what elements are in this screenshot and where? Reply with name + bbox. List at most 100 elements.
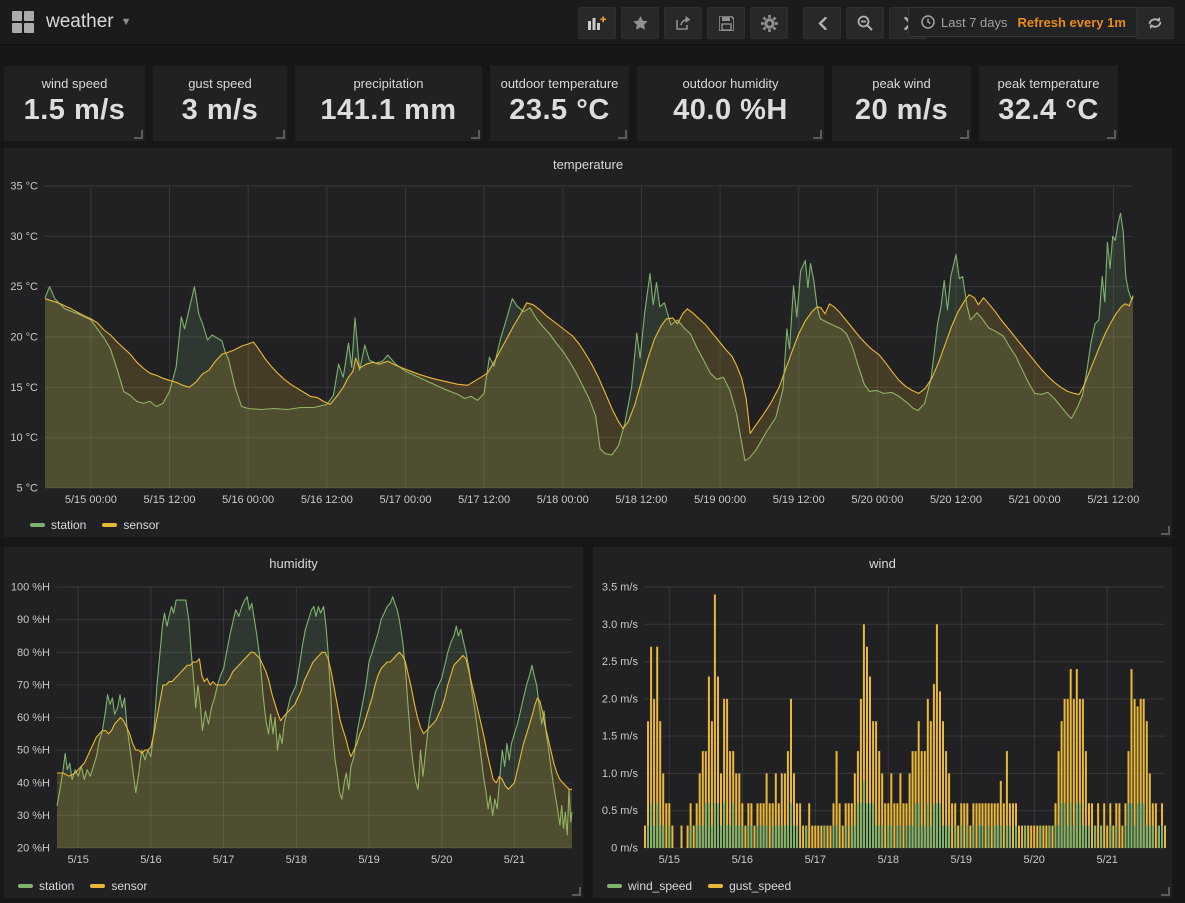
clock-icon [921,15,935,29]
save-button[interactable] [707,7,745,39]
legend-item-sensor[interactable]: sensor [90,879,147,893]
svg-text:80 %H: 80 %H [17,647,50,659]
svg-text:30 °C: 30 °C [10,231,38,243]
legend-item-sensor[interactable]: sensor [102,518,159,532]
stat-panel-peak-wind: peak wind 20 m/s [832,66,971,141]
wind-panel-title[interactable]: wind [593,547,1172,571]
series-label: wind_speed [628,879,692,893]
wind-panel: wind 0 m/s0.5 m/s1.0 m/s1.5 m/s2.0 m/s2.… [593,547,1172,898]
legend-item-station[interactable]: station [30,518,86,532]
svg-text:5/15 12:00: 5/15 12:00 [144,494,196,506]
grafana-apps-icon[interactable] [12,11,34,33]
stat-title[interactable]: outdoor temperature [490,66,629,91]
svg-text:5/18: 5/18 [878,854,899,866]
svg-text:70 %H: 70 %H [17,679,50,691]
series-swatch [18,884,33,888]
stat-value: 20 m/s [832,94,971,127]
svg-text:20 %H: 20 %H [17,843,50,855]
time-picker[interactable]: Last 7 days Refresh every 1m [908,7,1139,37]
navbar: weather ▼ [0,0,1185,45]
settings-button[interactable] [750,7,788,39]
svg-text:5/19: 5/19 [358,854,379,866]
chevron-down-icon: ▼ [121,16,132,28]
time-range-label: Last 7 days [941,15,1008,30]
legend-item-station[interactable]: station [18,879,74,893]
panel-resize-handle[interactable] [618,130,627,139]
panel-resize-handle[interactable] [134,130,143,139]
legend-item-wind-speed[interactable]: wind_speed [607,879,692,893]
wind-legend: wind_speed gust_speed [607,879,791,893]
series-swatch [90,884,105,888]
svg-text:60 %H: 60 %H [17,712,50,724]
stat-title[interactable]: precipitation [295,66,482,91]
panel-resize-handle[interactable] [276,130,285,139]
share-icon [675,16,691,31]
series-label: sensor [111,879,147,893]
svg-text:5/21 12:00: 5/21 12:00 [1087,494,1139,506]
svg-text:1.0 m/s: 1.0 m/s [602,768,639,780]
svg-text:90 %H: 90 %H [17,614,50,626]
stat-title[interactable]: gust speed [153,66,287,91]
series-swatch [30,523,45,527]
svg-text:5/20 00:00: 5/20 00:00 [851,494,903,506]
svg-text:5/16: 5/16 [732,854,753,866]
panel-resize-handle[interactable] [960,130,969,139]
gear-icon [761,15,778,32]
stat-title[interactable]: outdoor humidity [637,66,824,91]
svg-text:3.0 m/s: 3.0 m/s [602,619,639,631]
refresh-button[interactable] [1136,7,1174,39]
stat-panel-outdoor-temperature: outdoor temperature 23.5 °C [490,66,629,141]
svg-text:5/16 12:00: 5/16 12:00 [301,494,353,506]
time-back-button[interactable] [803,7,841,39]
panel-resize-handle[interactable] [813,130,822,139]
svg-text:0.5 m/s: 0.5 m/s [602,805,639,817]
stat-panel-wind-speed: wind speed 1.5 m/s [4,66,145,141]
temperature-panel-title[interactable]: temperature [4,148,1172,172]
panel-resize-handle[interactable] [572,887,581,896]
legend-item-gust-speed[interactable]: gust_speed [708,879,791,893]
stat-title[interactable]: peak temperature [979,66,1118,91]
panel-resize-handle[interactable] [1161,526,1170,535]
svg-text:5/20: 5/20 [431,854,452,866]
temperature-chart[interactable]: 5 °C10 °C15 °C20 °C25 °C30 °C35 °C5/15 0… [4,172,1172,508]
dashboard-title: weather [46,11,114,33]
save-icon [719,16,734,31]
svg-text:5 °C: 5 °C [16,483,38,495]
svg-text:5/21: 5/21 [1097,854,1118,866]
chevron-left-icon [818,17,827,30]
panel-resize-handle[interactable] [471,130,480,139]
svg-text:5/18 12:00: 5/18 12:00 [615,494,667,506]
series-label: station [51,518,86,532]
stat-title[interactable]: wind speed [4,66,145,91]
stat-panel-outdoor-humidity: outdoor humidity 40.0 %H [637,66,824,141]
svg-text:3.5 m/s: 3.5 m/s [602,582,639,594]
humidity-panel-title[interactable]: humidity [4,547,583,571]
zoom-out-button[interactable] [846,7,884,39]
svg-text:5/17: 5/17 [805,854,826,866]
svg-text:5/18 00:00: 5/18 00:00 [537,494,589,506]
svg-text:5/21 00:00: 5/21 00:00 [1009,494,1061,506]
add-panel-button[interactable] [578,7,616,39]
temperature-panel: temperature 5 °C10 °C15 °C20 °C25 °C30 °… [4,148,1172,537]
dashboard-title-dropdown[interactable]: weather ▼ [46,11,132,33]
stat-title[interactable]: peak wind [832,66,971,91]
svg-text:5/20 12:00: 5/20 12:00 [930,494,982,506]
svg-text:5/17 00:00: 5/17 00:00 [379,494,431,506]
humidity-chart[interactable]: 20 %H30 %H40 %H50 %H60 %H70 %H80 %H90 %H… [4,571,583,871]
star-button[interactable] [621,7,659,39]
svg-text:5/19 12:00: 5/19 12:00 [773,494,825,506]
zoom-out-icon [857,15,873,31]
panel-resize-handle[interactable] [1161,887,1170,896]
humidity-panel: humidity 20 %H30 %H40 %H50 %H60 %H70 %H8… [4,547,583,898]
svg-text:5/15 00:00: 5/15 00:00 [65,494,117,506]
svg-text:5/15: 5/15 [67,854,88,866]
svg-text:0 m/s: 0 m/s [611,843,638,855]
series-swatch [607,884,622,888]
wind-chart[interactable]: 0 m/s0.5 m/s1.0 m/s1.5 m/s2.0 m/s2.5 m/s… [593,571,1172,871]
series-label: gust_speed [729,879,791,893]
svg-text:40 %H: 40 %H [17,777,50,789]
temperature-legend: station sensor [30,518,159,532]
share-button[interactable] [664,7,702,39]
svg-text:5/16 00:00: 5/16 00:00 [222,494,274,506]
panel-resize-handle[interactable] [1107,130,1116,139]
